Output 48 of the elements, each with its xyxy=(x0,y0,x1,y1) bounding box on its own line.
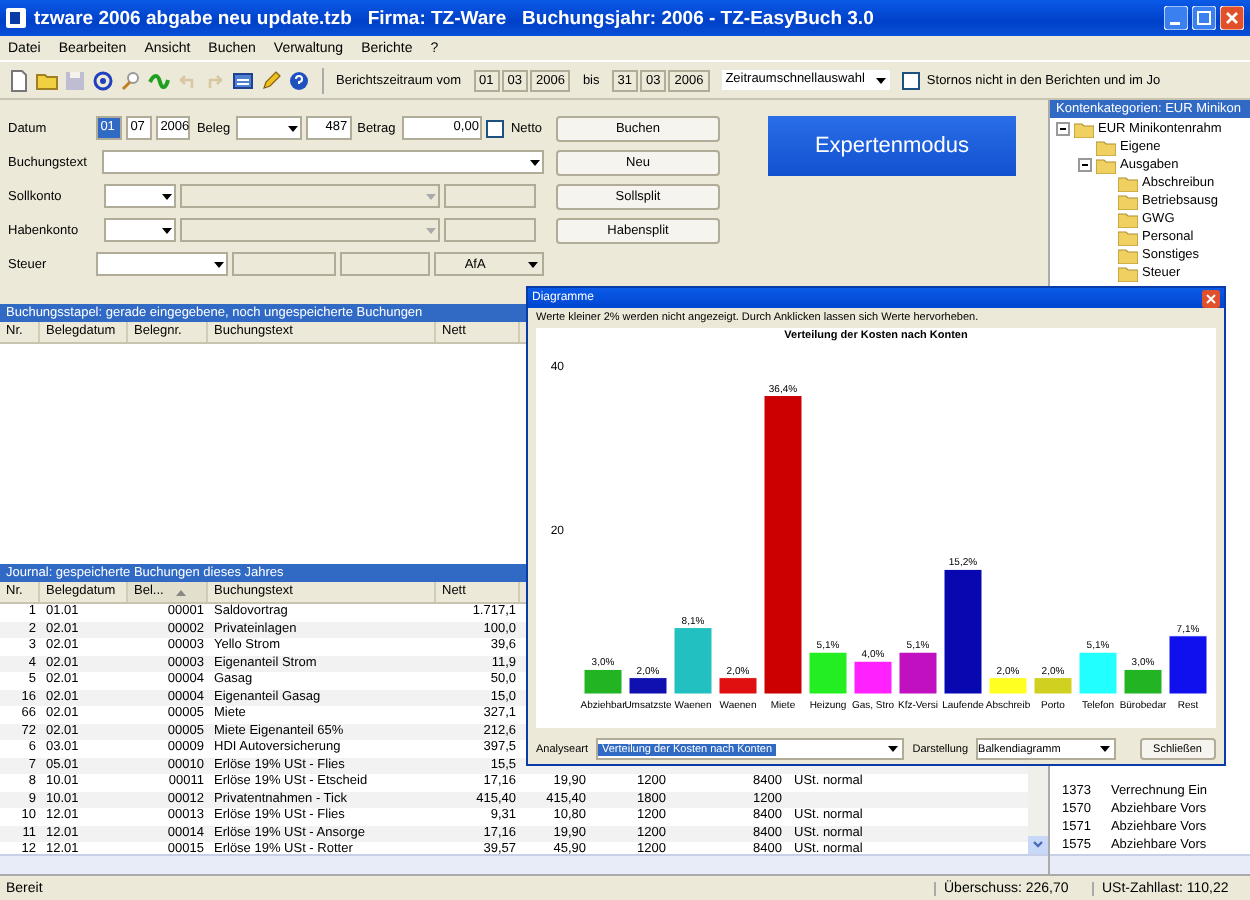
dropdown[interactable] xyxy=(102,150,544,174)
caret-icon xyxy=(888,746,899,752)
dropdown[interactable] xyxy=(236,116,303,140)
caret-icon xyxy=(425,193,435,199)
scrollbar[interactable] xyxy=(1050,854,1250,874)
caret-icon xyxy=(876,77,887,83)
caret-icon xyxy=(161,193,171,199)
window-title: tzware 2006 abgabe neu update.tzb Firma: TZ-Ware Buchungsjahr: 2006 - TZ-EasyBuch 3.0 xyxy=(34,7,876,29)
bar[interactable] xyxy=(1168,635,1208,695)
bar[interactable] xyxy=(763,395,803,695)
minimize-icon[interactable] xyxy=(1164,6,1188,30)
caret-icon xyxy=(161,227,171,233)
bar[interactable] xyxy=(943,568,983,695)
caret-icon xyxy=(528,261,539,267)
help-icon[interactable] xyxy=(288,69,310,91)
expert-mode-button[interactable]: Expertenmodus xyxy=(768,116,1016,176)
input-field xyxy=(340,252,431,276)
caret-icon xyxy=(287,125,298,131)
calculator-icon[interactable] xyxy=(232,69,254,91)
caret-icon xyxy=(213,261,224,267)
scrollbar[interactable] xyxy=(0,854,1048,874)
app-icon xyxy=(6,8,26,28)
caret-icon xyxy=(529,159,539,165)
dropdown[interactable] xyxy=(180,184,440,208)
caret-icon xyxy=(425,227,435,233)
folder-icon[interactable] xyxy=(36,69,58,91)
dropdown[interactable] xyxy=(104,184,176,208)
input-field xyxy=(232,252,337,276)
checkbox[interactable] xyxy=(902,71,921,89)
maximize-icon[interactable] xyxy=(1192,6,1216,30)
dropdown[interactable] xyxy=(96,252,229,276)
document-icon[interactable] xyxy=(8,69,30,91)
dropdown[interactable] xyxy=(180,218,440,242)
sort-arrow-icon xyxy=(175,589,186,595)
collapse-icon[interactable] xyxy=(1056,122,1070,136)
input-field xyxy=(444,184,536,208)
pencil-icon[interactable] xyxy=(260,69,282,91)
dropdown[interactable] xyxy=(104,218,176,242)
checkbox[interactable] xyxy=(486,119,505,137)
bar[interactable] xyxy=(628,677,668,695)
input-field xyxy=(444,218,536,242)
close-icon[interactable] xyxy=(1202,289,1220,307)
magnifier-icon[interactable] xyxy=(120,69,142,91)
caret-icon xyxy=(1099,746,1110,752)
collapse-icon[interactable] xyxy=(1078,158,1092,172)
scroll-down-icon[interactable] xyxy=(1028,836,1048,854)
bar[interactable] xyxy=(898,651,938,695)
close-icon[interactable] xyxy=(1220,6,1244,30)
